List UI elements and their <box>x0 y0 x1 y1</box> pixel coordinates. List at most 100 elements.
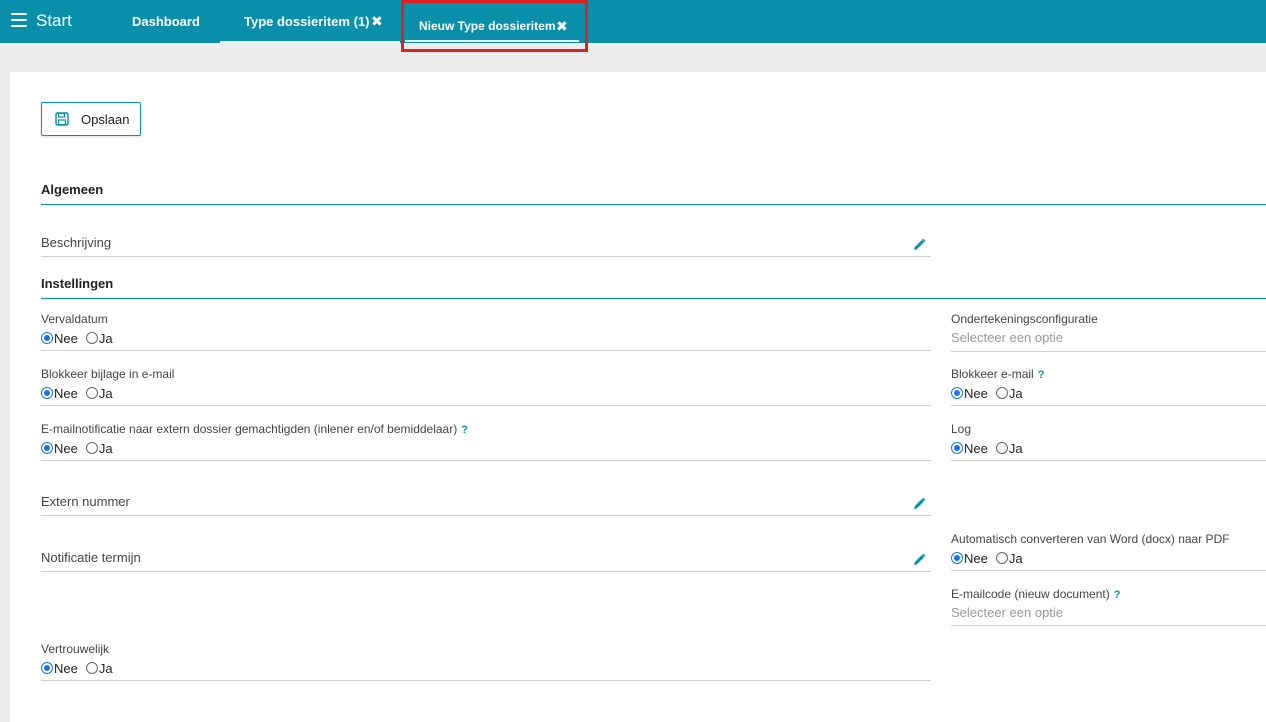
vervaldatum-radio-group: Nee Ja <box>41 331 121 346</box>
vertrouwelijk-label: Vertrouwelijk <box>41 642 110 656</box>
tab-dashboard[interactable]: Dashboard <box>110 0 218 43</box>
log-radio-group: Nee Ja <box>951 441 1031 456</box>
radio-label: Ja <box>98 661 113 676</box>
save-button-label: Opslaan <box>81 112 130 127</box>
field-underline <box>951 351 1266 352</box>
emailnotificatie-label: E-mailnotificatie naar extern dossier ge… <box>41 422 468 436</box>
radio-dot <box>951 442 963 454</box>
notificatie-termijn-label: Notificatie termijn <box>41 550 141 565</box>
emailnotificatie-label-text: E-mailnotificatie naar extern dossier ge… <box>41 422 458 436</box>
tab-label: Type dossieritem (1) <box>244 14 370 29</box>
field-underline <box>41 350 931 351</box>
radio-dot <box>951 552 963 564</box>
section-title-instellingen: Instellingen <box>41 276 114 291</box>
emailnotificatie-nee-radio[interactable]: Nee <box>41 441 78 456</box>
ondertekening-select[interactable]: Selecteer een optie <box>951 330 1063 345</box>
extern-nummer-input-line[interactable] <box>41 515 931 516</box>
blokkeer-email-ja-radio[interactable]: Ja <box>995 386 1023 401</box>
log-nee-radio[interactable]: Nee <box>951 441 988 456</box>
radio-dot <box>995 387 1008 399</box>
tab-label: Dashboard <box>132 14 200 29</box>
vervaldatum-ja-radio[interactable]: Ja <box>85 331 113 346</box>
tab-type-dossieritem[interactable]: Type dossieritem (1) ✖ <box>220 0 400 43</box>
vertrouwelijk-nee-radio[interactable]: Nee <box>41 661 78 676</box>
auto-convert-ja-radio[interactable]: Ja <box>995 551 1023 566</box>
beschrijving-label: Beschrijving <box>41 235 112 250</box>
radio-dot <box>85 442 98 454</box>
section-divider <box>41 298 1266 299</box>
radio-label: Ja <box>1008 386 1023 401</box>
start-link[interactable]: Start <box>36 11 72 31</box>
auto-convert-radio-group: Nee Ja <box>951 551 1031 566</box>
vertrouwelijk-radio-group: Nee Ja <box>41 661 121 676</box>
vertrouwelijk-ja-radio[interactable]: Ja <box>85 661 113 676</box>
emailnotificatie-ja-radio[interactable]: Ja <box>85 441 113 456</box>
radio-dot <box>41 662 53 674</box>
radio-dot <box>41 387 53 399</box>
notificatie-termijn-input-line[interactable] <box>41 571 931 572</box>
hamburger-menu-icon[interactable] <box>11 13 27 27</box>
field-underline <box>41 460 931 461</box>
blokkeer-email-label: Blokkeer e-mail? <box>951 367 1044 381</box>
radio-dot <box>41 332 53 344</box>
radio-label: Nee <box>964 441 988 456</box>
radio-label: Ja <box>1008 441 1023 456</box>
radio-label: Ja <box>98 331 113 346</box>
radio-label: Nee <box>54 441 78 456</box>
radio-label: Ja <box>98 441 113 456</box>
radio-label: Ja <box>98 386 113 401</box>
radio-dot <box>85 662 98 674</box>
blokkeer-bijlage-radio-group: Nee Ja <box>41 386 121 401</box>
radio-dot <box>995 442 1008 454</box>
section-divider <box>41 204 1266 205</box>
field-underline <box>951 460 1266 461</box>
close-tab-icon[interactable]: ✖ <box>371 13 383 30</box>
field-underline <box>951 570 1266 571</box>
blokkeer-bijlage-ja-radio[interactable]: Ja <box>85 386 113 401</box>
radio-label: Nee <box>54 386 78 401</box>
field-underline <box>951 405 1266 406</box>
save-button[interactable]: Opslaan <box>41 102 141 136</box>
edit-pencil-icon[interactable] <box>912 238 926 252</box>
blokkeer-email-nee-radio[interactable]: Nee <box>951 386 988 401</box>
tab-nieuw-type-dossieritem[interactable]: Nieuw Type dossieritem ✖ <box>405 0 579 43</box>
edit-pencil-icon[interactable] <box>912 553 926 567</box>
log-ja-radio[interactable]: Ja <box>995 441 1023 456</box>
close-tab-icon[interactable]: ✖ <box>556 18 568 35</box>
section-title-algemeen: Algemeen <box>41 182 104 197</box>
radio-dot <box>951 387 963 399</box>
vervaldatum-nee-radio[interactable]: Nee <box>41 331 78 346</box>
radio-label: Nee <box>54 331 78 346</box>
radio-dot <box>41 442 53 454</box>
auto-convert-nee-radio[interactable]: Nee <box>951 551 988 566</box>
emailnotificatie-radio-group: Nee Ja <box>41 441 121 456</box>
blokkeer-bijlage-nee-radio[interactable]: Nee <box>41 386 78 401</box>
top-navigation-bar: Start Dashboard Type dossieritem (1) ✖ N… <box>0 0 1266 43</box>
tab-underline <box>220 41 400 43</box>
radio-label: Nee <box>964 386 988 401</box>
radio-label: Ja <box>1008 551 1023 566</box>
radio-dot <box>995 552 1008 564</box>
tab-underline <box>405 40 579 42</box>
blokkeer-bijlage-label: Blokkeer bijlage in e-mail <box>41 367 175 381</box>
log-label: Log <box>951 422 972 436</box>
emailcode-label-text: E-mailcode (nieuw document) <box>951 587 1110 601</box>
emailcode-label: E-mailcode (nieuw document)? <box>951 587 1120 601</box>
help-icon[interactable]: ? <box>461 424 468 436</box>
help-icon[interactable]: ? <box>1114 589 1121 601</box>
vervaldatum-label: Vervaldatum <box>41 312 108 326</box>
blokkeer-email-label-text: Blokkeer e-mail <box>951 367 1034 381</box>
edit-pencil-icon[interactable] <box>912 497 926 511</box>
radio-label: Nee <box>964 551 988 566</box>
beschrijving-input-line[interactable] <box>41 256 931 257</box>
floppy-disk-icon <box>55 112 69 126</box>
radio-dot <box>85 387 98 399</box>
field-underline <box>41 680 931 681</box>
ondertekening-label: Ondertekeningsconfiguratie <box>951 312 1098 326</box>
radio-label: Nee <box>54 661 78 676</box>
field-underline <box>41 405 931 406</box>
field-underline <box>951 625 1266 626</box>
help-icon[interactable]: ? <box>1038 369 1045 381</box>
extern-nummer-label: Extern nummer <box>41 494 130 509</box>
emailcode-select[interactable]: Selecteer een optie <box>951 605 1063 620</box>
